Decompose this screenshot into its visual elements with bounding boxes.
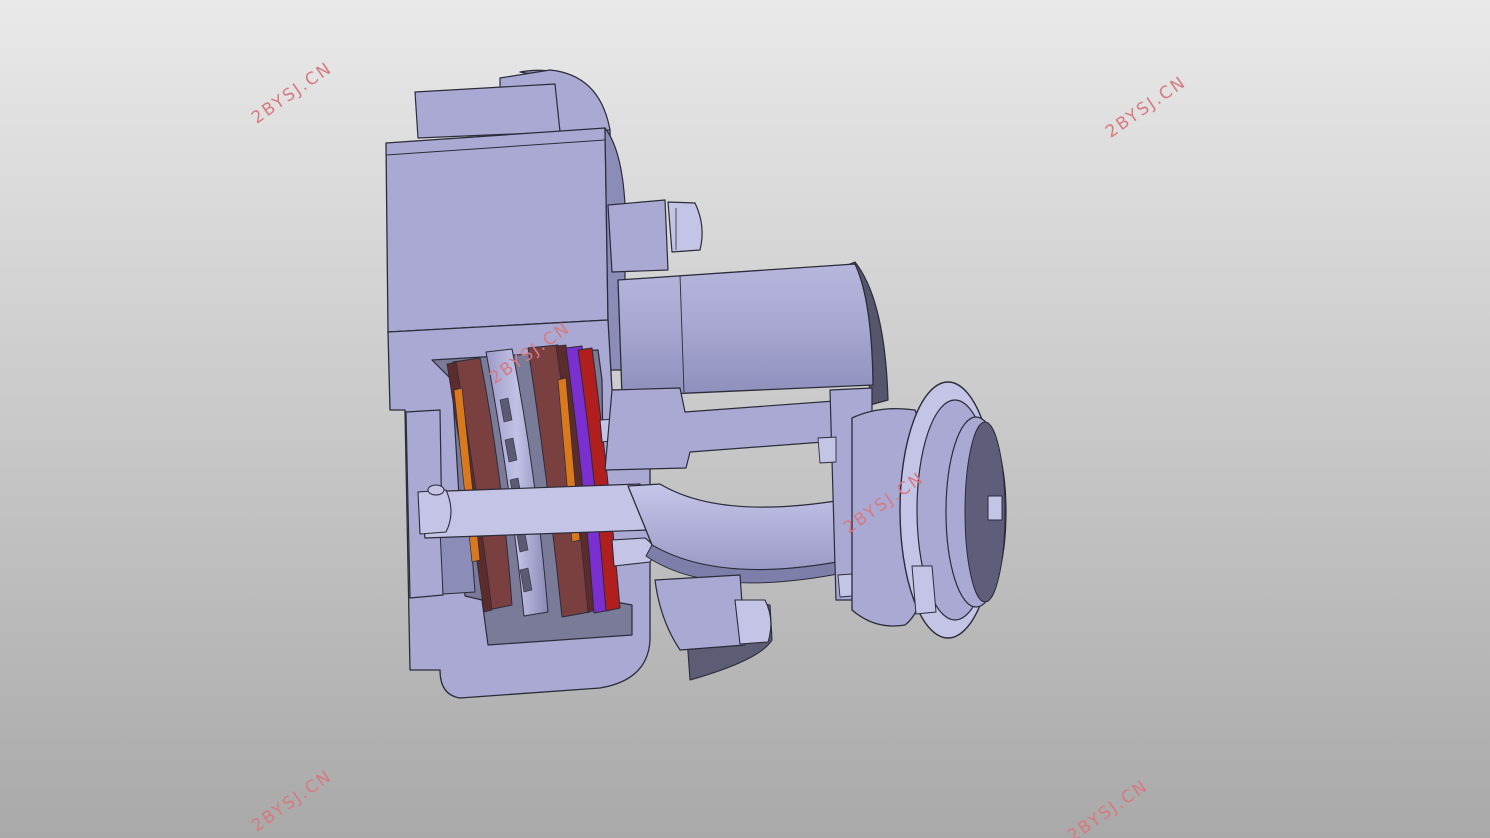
- mount-stud-lower: [837, 573, 853, 598]
- lower-hex-bolt[interactable]: [734, 599, 772, 645]
- chamber-vent-plug[interactable]: [987, 495, 1003, 521]
- upper-bolt-boss[interactable]: [607, 199, 669, 273]
- cad-viewport-canvas[interactable]: [0, 0, 1490, 838]
- clamp-band-bolt[interactable]: [911, 565, 937, 615]
- actuator-cylinder[interactable]: [617, 263, 874, 397]
- top-mount-block[interactable]: [414, 83, 561, 139]
- cad-3d-viewport[interactable]: 2BYSJ.CN 2BYSJ.CN 2BYSJ.CN 2BYSJ.CN 2BYS…: [0, 0, 1490, 838]
- mount-stud-upper: [817, 436, 837, 464]
- cross-bar[interactable]: [419, 483, 649, 539]
- upper-hex-bolt[interactable]: [667, 201, 703, 253]
- clevis-pin-head[interactable]: [427, 484, 445, 496]
- clevis-pin[interactable]: [417, 489, 452, 535]
- housing-upper-panel[interactable]: [385, 127, 609, 333]
